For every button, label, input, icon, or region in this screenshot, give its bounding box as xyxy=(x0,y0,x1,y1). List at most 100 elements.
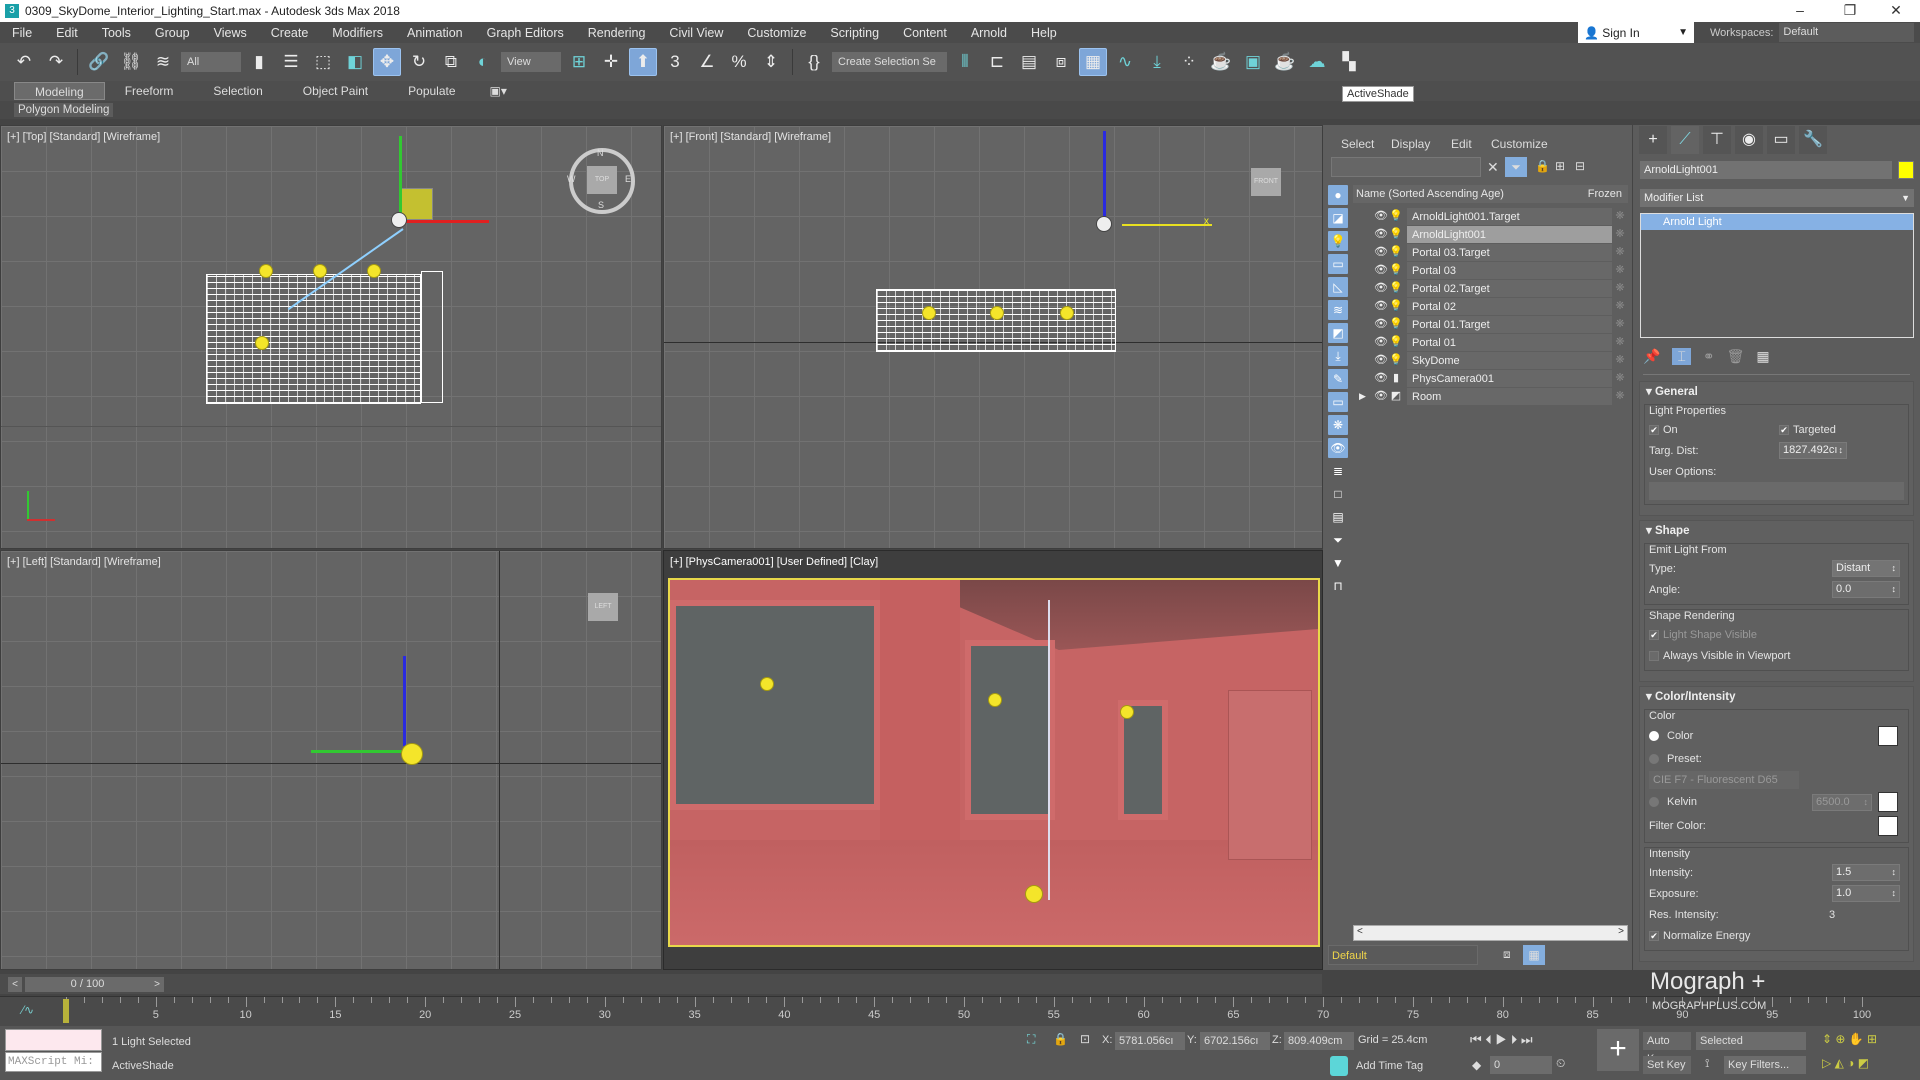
previous-frame-icon[interactable]: ⏴ xyxy=(1485,1032,1492,1047)
maxscript-mini-listener[interactable]: MAXScript Mi: xyxy=(5,1052,102,1072)
render-setup-icon[interactable]: ☕ xyxy=(1207,48,1235,76)
workspace-select[interactable]: Default xyxy=(1779,23,1915,42)
hidden-filter-icon[interactable]: 👁 xyxy=(1328,438,1348,458)
object-name[interactable]: SkyDome xyxy=(1407,351,1612,369)
reference-coordinate-dropdown[interactable]: View xyxy=(501,52,561,72)
scale-icon[interactable]: ⧉ xyxy=(437,48,465,76)
menu-file[interactable]: File xyxy=(0,26,44,40)
next-frame-icon[interactable]: ⏵ xyxy=(1511,1032,1518,1047)
visibility-eye-icon[interactable]: 👁 xyxy=(1373,279,1389,297)
rendered-frame-window-icon[interactable]: ▣ xyxy=(1239,48,1267,76)
helpers-filter-icon[interactable]: ◺ xyxy=(1328,277,1348,297)
key-filters-button[interactable]: Key Filters... xyxy=(1724,1056,1806,1074)
explorer-row[interactable]: 👁 ▮ PhysCamera001 ❋ xyxy=(1353,369,1628,387)
visibility-eye-icon[interactable]: 👁 xyxy=(1373,333,1389,351)
layer-explorer-icon[interactable]: ⧈ xyxy=(1047,48,1075,76)
show-end-result-icon[interactable]: ⌶ xyxy=(1672,347,1691,365)
display-tab-icon[interactable]: ▭ xyxy=(1767,126,1795,154)
object-name[interactable]: PhysCamera001 xyxy=(1407,369,1612,387)
add-time-tag-button[interactable]: Add Time Tag xyxy=(1356,1060,1423,1072)
make-unique-icon[interactable]: ⚭ xyxy=(1703,348,1715,365)
menu-graph-editors[interactable]: Graph Editors xyxy=(475,26,576,40)
frozen-toggle-icon[interactable]: ❋ xyxy=(1612,315,1628,333)
ribbon-options-icon[interactable]: ▣▾ xyxy=(490,84,507,98)
polygon-modeling-tab[interactable]: Polygon Modeling xyxy=(14,103,114,117)
frozen-toggle-icon[interactable]: ❋ xyxy=(1612,279,1628,297)
visibility-eye-icon[interactable]: 👁 xyxy=(1373,369,1389,387)
light-shape-visible-checkbox[interactable]: ✔ xyxy=(1649,629,1659,640)
intensity-spinner[interactable]: 1.5 xyxy=(1832,864,1900,881)
remove-modifier-icon[interactable]: 🗑 xyxy=(1727,348,1745,365)
expand-arrow-icon[interactable]: ▶ xyxy=(1359,387,1366,405)
explorer-menu-customize[interactable]: Customize xyxy=(1491,137,1548,151)
curve-editor-icon[interactable]: ∿ xyxy=(1111,48,1139,76)
cameras-filter-icon[interactable]: ▭ xyxy=(1328,254,1348,274)
set-keys-button[interactable]: + xyxy=(1597,1029,1639,1071)
key-tangent-icon[interactable]: ⟟ xyxy=(1705,1056,1709,1071)
object-name-field[interactable]: ArnoldLight001 xyxy=(1640,161,1892,179)
ribbon-tab-object-paint[interactable]: Object Paint xyxy=(283,82,388,100)
object-name[interactable]: ArnoldLight001.Target xyxy=(1407,207,1612,225)
close-button[interactable]: ✕ xyxy=(1876,0,1916,20)
visibility-eye-icon[interactable]: 👁 xyxy=(1373,243,1389,261)
frozen-toggle-icon[interactable]: ❋ xyxy=(1612,243,1628,261)
viewport-label[interactable]: [+] [Top] [Standard] [Wireframe] xyxy=(7,131,160,143)
menu-civil-view[interactable]: Civil View xyxy=(657,26,735,40)
color-swatch[interactable] xyxy=(1878,726,1898,746)
explorer-menu-select[interactable]: Select xyxy=(1341,137,1374,151)
modify-tab-icon[interactable]: ⟋ xyxy=(1671,126,1699,154)
prev-frame-button[interactable]: < xyxy=(8,977,22,992)
menu-animation[interactable]: Animation xyxy=(395,26,475,40)
filter-icon[interactable]: ⏷ xyxy=(1505,157,1527,177)
configure-sets-icon[interactable]: ▦ xyxy=(1756,348,1769,365)
kelvin-swatch[interactable] xyxy=(1878,792,1898,812)
keyboard-shortcut-override-icon[interactable]: ⬆ xyxy=(629,48,657,76)
angle-spinner[interactable]: 0.0 xyxy=(1832,581,1900,598)
clear-search-icon[interactable]: ✕ xyxy=(1487,159,1499,176)
shape-rollout-header[interactable]: ▾ Shape xyxy=(1640,521,1913,541)
go-to-end-icon[interactable]: ⏭ xyxy=(1521,1032,1533,1047)
container-icon[interactable]: ⊓ xyxy=(1328,576,1348,596)
motion-tab-icon[interactable]: ◉ xyxy=(1735,126,1763,154)
select-manipulate-icon[interactable]: ✛ xyxy=(597,48,625,76)
unlink-icon[interactable]: ⛓ xyxy=(117,48,145,76)
media-browser-icon[interactable]: ▚ xyxy=(1335,48,1363,76)
normalize-energy-checkbox[interactable]: ✔ xyxy=(1649,930,1659,941)
named-selection-dropdown[interactable]: Create Selection Se xyxy=(832,52,947,72)
explorer-row[interactable]: 👁 💡 Portal 03.Target ❋ xyxy=(1353,243,1628,261)
viewport-navigation-icons[interactable]: ⇕ ⊕ ✋ ⊞ xyxy=(1822,1032,1877,1046)
menu-create[interactable]: Create xyxy=(259,26,321,40)
xrefs-filter-icon[interactable]: ⤓ xyxy=(1328,346,1348,366)
frozen-toggle-icon[interactable]: ❋ xyxy=(1612,261,1628,279)
object-name[interactable]: Portal 03.Target xyxy=(1407,243,1612,261)
shapes-filter-icon[interactable]: ◪ xyxy=(1328,208,1348,228)
hierarchy-icon[interactable]: ⊞ xyxy=(1555,159,1565,173)
current-frame-marker[interactable] xyxy=(63,999,69,1023)
activeshade-icon[interactable]: ☕ xyxy=(1271,48,1299,76)
time-slider[interactable]: < 0 / 100 > xyxy=(0,974,1322,994)
frozen-toggle-icon[interactable]: ❋ xyxy=(1612,333,1628,351)
auto-key-button[interactable]: Auto Key xyxy=(1643,1032,1691,1065)
frozen-toggle-icon[interactable]: ❋ xyxy=(1612,297,1628,315)
go-to-start-icon[interactable]: ⏮ xyxy=(1470,1032,1482,1047)
lights-filter-icon[interactable]: 💡 xyxy=(1328,231,1348,251)
viewport-label[interactable]: [+] [Front] [Standard] [Wireframe] xyxy=(670,131,831,143)
invert-display-icon[interactable]: ▤ xyxy=(1328,507,1348,527)
layer-explorer-icon[interactable]: ⧈ xyxy=(1503,947,1511,962)
sort-by-layer-icon[interactable]: ▦ xyxy=(1523,945,1545,965)
display-all-icon[interactable]: ≣ xyxy=(1328,461,1348,481)
viewport-front[interactable]: [+] [Front] [Standard] [Wireframe] x FRO… xyxy=(663,125,1323,549)
visibility-eye-icon[interactable]: 👁 xyxy=(1373,351,1389,369)
visibility-eye-icon[interactable]: 👁 xyxy=(1373,297,1389,315)
explorer-row[interactable]: 👁 💡 ArnoldLight001 ❋ xyxy=(1353,225,1628,243)
mirror-icon[interactable]: ⫴ xyxy=(951,48,979,76)
time-tag-icon[interactable] xyxy=(1330,1056,1348,1076)
selection-filter-dropdown[interactable]: All xyxy=(181,52,241,72)
track-bar[interactable]: ⁄∿ 5 10 15 20 25 30 35 40 45 50 55 60 65 70 75 80 85 90 95… xyxy=(0,996,1920,1026)
filter-toggle-icon[interactable]: ▼ xyxy=(1328,553,1348,573)
arnold-light-gizmo[interactable] xyxy=(1096,216,1112,232)
color-intensity-rollout-header[interactable]: ▾ Color/Intensity xyxy=(1640,687,1913,707)
viewport-navigation-icons-2[interactable]: ▷ ◭ ◑ ◩ xyxy=(1822,1056,1869,1070)
bones-filter-icon[interactable]: ✎ xyxy=(1328,369,1348,389)
angle-snap-icon[interactable]: ∠ xyxy=(693,48,721,76)
